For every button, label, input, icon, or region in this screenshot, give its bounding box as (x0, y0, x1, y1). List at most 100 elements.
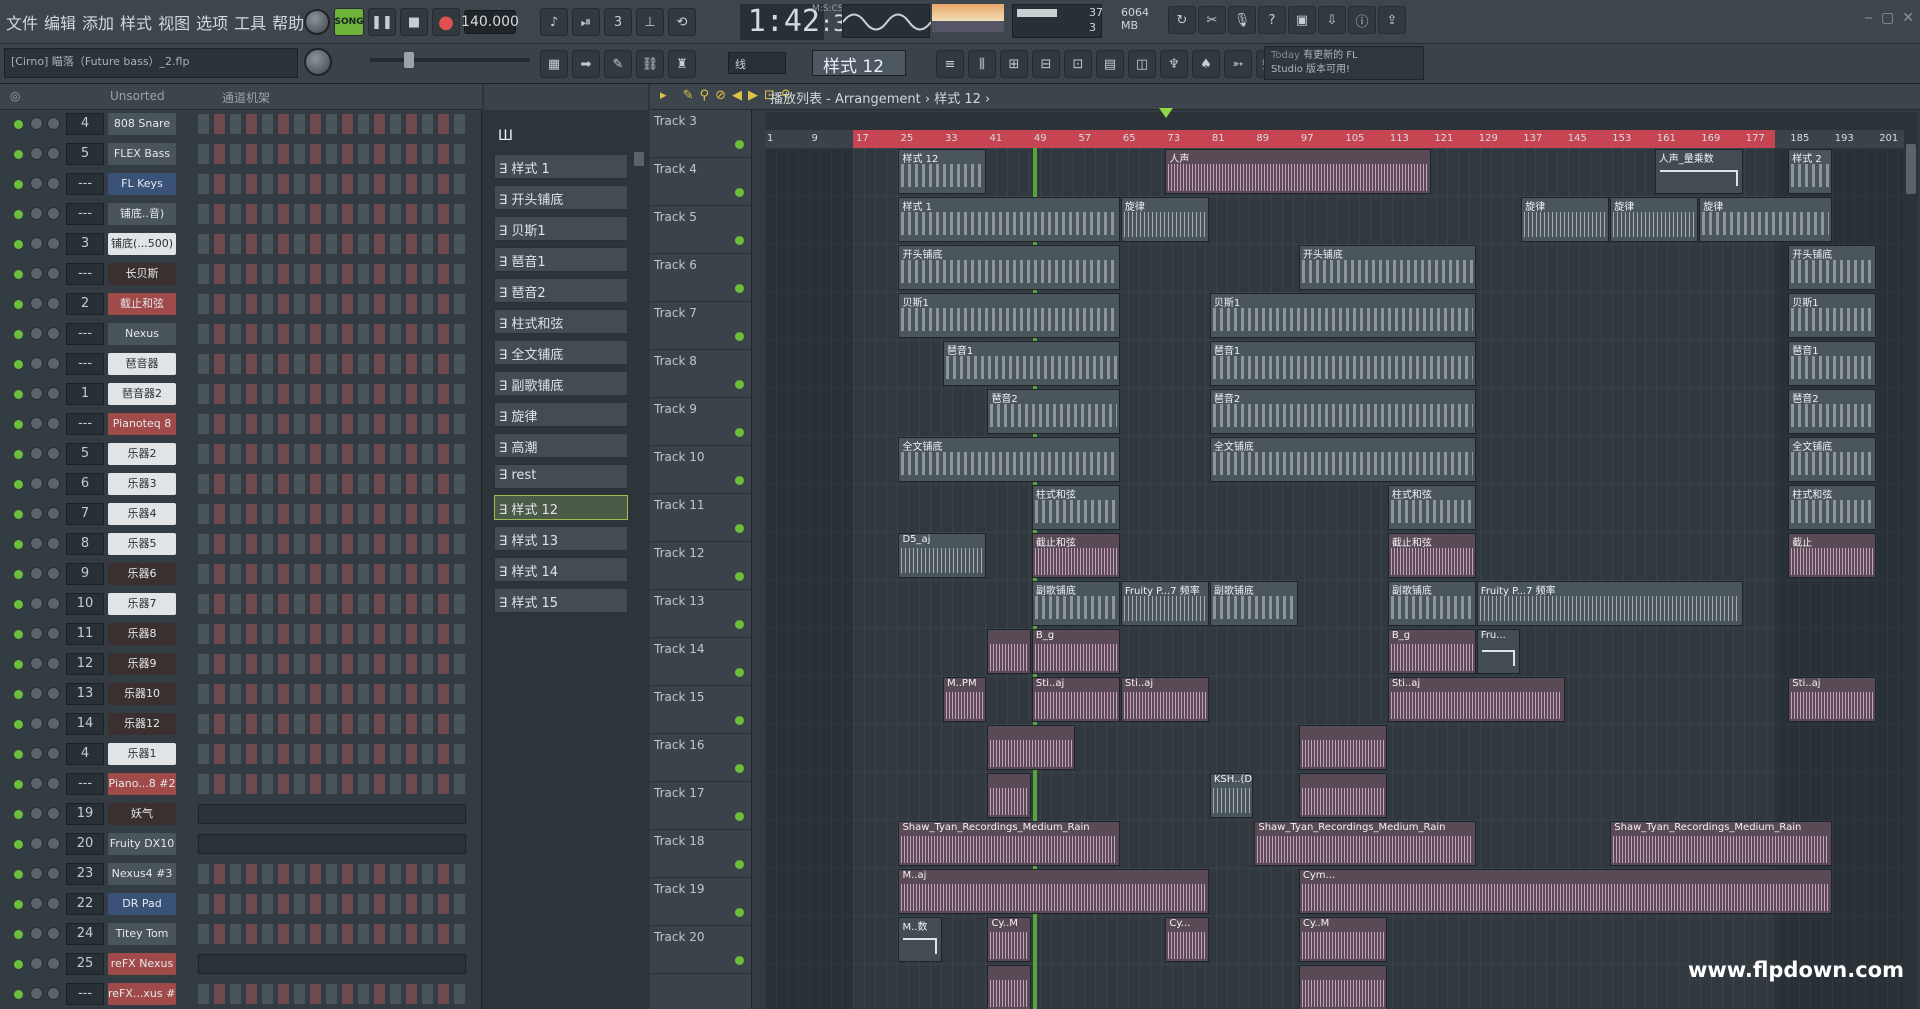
loop-record-icon[interactable]: ⟲ (668, 8, 696, 36)
playlist-clip[interactable]: Sti..aj (1031, 677, 1120, 722)
channel-mute-led[interactable] (14, 360, 23, 369)
channel-mixer-track[interactable]: 11 (66, 623, 104, 645)
playlist-clip[interactable]: Cy..M (987, 917, 1031, 962)
playlist-clip[interactable]: 开头铺底 (1298, 245, 1476, 290)
step-sequencer[interactable] (198, 744, 466, 764)
track-header[interactable]: Track 10 (650, 446, 752, 494)
channel-volume-knob[interactable] (47, 327, 60, 340)
channel-row[interactable]: 4 808 Snare (10, 112, 470, 136)
playlist-clip[interactable]: 旋律 (1699, 197, 1832, 242)
channel-pan-knob[interactable] (30, 537, 43, 550)
step-sequencer[interactable] (198, 474, 466, 494)
channel-mute-led[interactable] (14, 750, 23, 759)
channel-mute-led[interactable] (14, 390, 23, 399)
channel-name-button[interactable]: 琶音器 (108, 353, 176, 375)
track-enable-led[interactable] (735, 188, 744, 197)
track-header[interactable]: Track 12 (650, 542, 752, 590)
channel-volume-knob[interactable] (47, 207, 60, 220)
playlist-clip[interactable]: 样式 2 (1788, 149, 1832, 194)
step-sequencer[interactable] (198, 564, 466, 584)
channel-pan-knob[interactable] (30, 627, 43, 640)
step-sequencer[interactable] (198, 264, 466, 284)
playlist-clip[interactable]: M..aj (898, 869, 1209, 914)
channel-volume-knob[interactable] (47, 807, 60, 820)
track-header[interactable]: Track 4 (650, 158, 752, 206)
news-panel[interactable]: Today 有更新的 FL Studio 版本可用! (1264, 46, 1424, 80)
channel-mixer-track[interactable]: --- (66, 353, 104, 375)
playlist-clip[interactable]: Sti..aj (1120, 677, 1209, 722)
playlist-clip[interactable]: 开头铺底 (898, 245, 1120, 290)
maximize-icon[interactable]: ▢ (1881, 10, 1894, 26)
pattern-item[interactable]: ∃ 样式 14 (494, 557, 628, 582)
channel-volume-knob[interactable] (47, 657, 60, 670)
channel-pan-knob[interactable] (30, 327, 43, 340)
channel-mute-led[interactable] (14, 570, 23, 579)
channel-mixer-track[interactable]: 5 (66, 143, 104, 165)
track-header[interactable]: Track 8 (650, 350, 752, 398)
step-sequencer[interactable] (198, 864, 466, 884)
track-header[interactable]: Track 11 (650, 494, 752, 542)
play-button[interactable]: ❚❚ (368, 8, 396, 36)
channel-pan-knob[interactable] (30, 807, 43, 820)
main-volume-knob[interactable] (304, 9, 330, 35)
track-header[interactable]: Track 13 (650, 590, 752, 638)
track-enable-led[interactable] (735, 476, 744, 485)
channel-row[interactable]: 9 乐器6 (10, 562, 470, 586)
channel-mixer-track[interactable]: 5 (66, 443, 104, 465)
step-sequencer[interactable] (198, 234, 466, 254)
channel-mixer-track[interactable]: 20 (66, 833, 104, 855)
channel-volume-knob[interactable] (47, 387, 60, 400)
channel-volume-knob[interactable] (47, 957, 60, 970)
channel-name-button[interactable]: 乐器2 (108, 443, 176, 465)
step-sequencer[interactable] (198, 954, 466, 974)
channel-mute-led[interactable] (14, 480, 23, 489)
step-sequencer[interactable] (198, 444, 466, 464)
channel-pan-knob[interactable] (30, 477, 43, 490)
channel-pan-knob[interactable] (30, 387, 43, 400)
channel-mute-led[interactable] (14, 330, 23, 339)
channel-mute-led[interactable] (14, 930, 23, 939)
channel-rack-icon[interactable]: ⫼ (968, 50, 996, 78)
track-header[interactable]: Track 14 (650, 638, 752, 686)
channel-row[interactable]: 10 乐器7 (10, 592, 470, 616)
pattern-item[interactable]: ∃ 贝斯1 (494, 216, 628, 241)
channel-mute-led[interactable] (14, 180, 23, 189)
playlist-clip[interactable]: 截止和弦 (1387, 533, 1476, 578)
channel-row[interactable]: 3 铺底(...500) (10, 232, 470, 256)
step-sequencer[interactable] (198, 294, 466, 314)
master-slider-handle[interactable] (404, 52, 414, 68)
step-sequencer[interactable] (198, 804, 466, 824)
channel-row[interactable]: --- FL Keys (10, 172, 470, 196)
step-sequencer[interactable] (198, 684, 466, 704)
playlist-clip[interactable]: Cy..M (1298, 917, 1387, 962)
track-enable-led[interactable] (735, 668, 744, 677)
tempo-icon[interactable]: ➳ (1224, 50, 1252, 78)
channel-name-button[interactable]: 乐器8 (108, 623, 176, 645)
browser-icon[interactable]: ⊡ (1064, 50, 1092, 78)
metronome-icon[interactable]: ♪ (540, 8, 568, 36)
track-enable-led[interactable] (735, 908, 744, 917)
channel-mute-led[interactable] (14, 600, 23, 609)
menu-item[interactable]: 工具 (234, 10, 266, 34)
channel-volume-knob[interactable] (47, 447, 60, 460)
channel-name-button[interactable]: 乐器10 (108, 683, 176, 705)
tempo-display[interactable]: 140.000 (461, 10, 519, 34)
channel-volume-knob[interactable] (47, 687, 60, 700)
file-icon[interactable]: ◫ (1128, 50, 1156, 78)
channel-name-button[interactable]: reFX...xus #2 (108, 983, 176, 1005)
track-enable-led[interactable] (735, 956, 744, 965)
channel-name-button[interactable]: 长贝斯 (108, 263, 176, 285)
channel-mute-led[interactable] (14, 300, 23, 309)
channel-name-button[interactable]: DR Pad (108, 893, 176, 915)
channel-pan-knob[interactable] (30, 687, 43, 700)
plugin-icon[interactable]: ▤ (1096, 50, 1124, 78)
channel-name-button[interactable]: 截止和弦 (108, 293, 176, 315)
mixer-icon[interactable]: ⊞ (1000, 50, 1028, 78)
channel-volume-knob[interactable] (47, 357, 60, 370)
channel-row[interactable]: --- Nexus (10, 322, 470, 346)
channel-mute-led[interactable] (14, 720, 23, 729)
playlist-clip[interactable]: B_g (1031, 629, 1120, 674)
undo-icon[interactable]: ↻ (1168, 6, 1196, 34)
menu-item[interactable]: 编辑 (44, 10, 76, 34)
channel-mute-led[interactable] (14, 240, 23, 249)
